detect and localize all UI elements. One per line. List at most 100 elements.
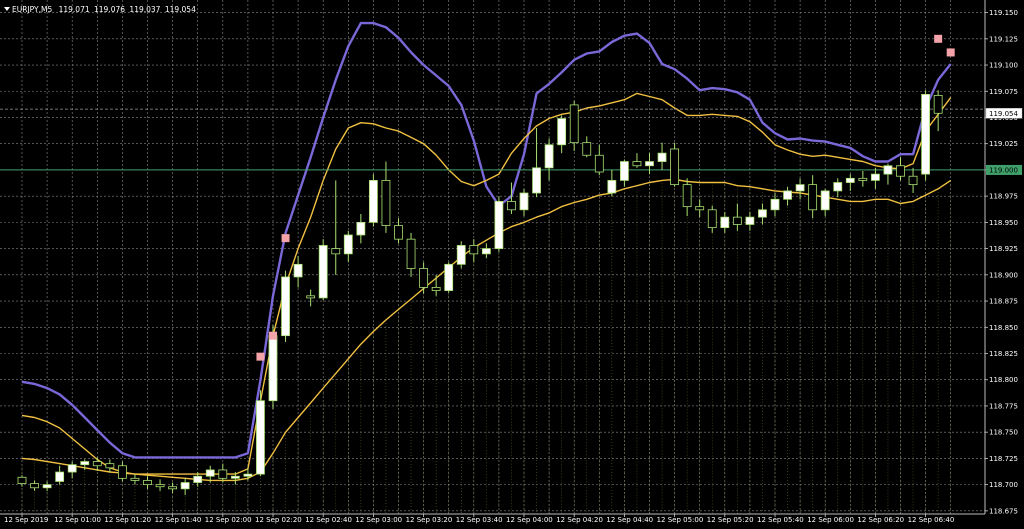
time-tick-label: 12 Sep 2019 xyxy=(4,516,48,524)
bull-candle xyxy=(256,400,265,475)
bull-candle xyxy=(205,469,215,477)
bull-candle xyxy=(720,216,730,229)
time-tick-label: 12 Sep 04:20 xyxy=(556,516,603,524)
bear-candle xyxy=(896,165,905,177)
level-price-tag: 119.000 xyxy=(986,164,1022,175)
bull-candle xyxy=(343,234,353,255)
close-value: 119.054 xyxy=(165,5,196,14)
bear-candle xyxy=(381,180,391,226)
time-axis: 12 Sep 2019 12 Sep 01:00 12 Sep 01:20 12 Se… xyxy=(4,514,954,524)
time-tick-label: 12 Sep 04:00 xyxy=(506,516,553,524)
bull-candle xyxy=(657,152,667,162)
bull-candle xyxy=(519,192,529,211)
level-price-label: 119.000 xyxy=(989,166,1018,174)
time-tick-label: 12 Sep 02:40 xyxy=(305,516,352,524)
bear-candle xyxy=(168,486,178,490)
symbol-label: EURJPY,M5 xyxy=(12,5,52,14)
bear-candle xyxy=(331,248,341,255)
price-tick-label: 118.925 xyxy=(989,245,1018,253)
open-value: 119.071 xyxy=(59,5,90,14)
time-tick-label: 12 Sep 03:00 xyxy=(355,516,402,524)
time-tick-label: 12 Sep 05:20 xyxy=(707,516,754,524)
price-chart[interactable]: 119.150119.125119.100119.075119.050119.0… xyxy=(0,0,1024,529)
bull-candle xyxy=(921,94,930,175)
time-tick-label: 12 Sep 02:00 xyxy=(205,516,252,524)
bull-candle xyxy=(758,209,767,218)
bear-candle xyxy=(808,184,818,211)
signal-marker xyxy=(269,331,277,340)
price-tick-label: 119.100 xyxy=(989,62,1018,70)
bear-candle xyxy=(682,184,692,208)
bull-candle xyxy=(745,216,755,225)
signal-marker xyxy=(934,34,943,43)
time-tick-label: 12 Sep 05:00 xyxy=(657,516,704,524)
time-tick-label: 12 Sep 03:40 xyxy=(456,516,503,524)
time-tick-label: 12 Sep 04:40 xyxy=(606,516,653,524)
time-tick-label: 12 Sep 03:20 xyxy=(406,516,453,524)
bear-candle xyxy=(394,225,403,240)
bull-candle xyxy=(281,276,290,337)
bear-candle xyxy=(933,95,943,114)
price-tick-label: 118.950 xyxy=(989,219,1018,227)
signal-marker xyxy=(281,234,290,243)
price-tick-label: 118.750 xyxy=(989,429,1018,437)
bull-candle xyxy=(783,190,792,200)
bear-candle xyxy=(406,238,416,269)
time-tick-label: 12 Sep 06:20 xyxy=(857,516,904,524)
bear-candle xyxy=(695,206,705,211)
bull-candle xyxy=(268,335,278,402)
bull-candle xyxy=(293,263,303,278)
bull-candle xyxy=(494,201,504,250)
price-tick-label: 118.975 xyxy=(989,193,1018,201)
bull-candle xyxy=(368,180,378,223)
bull-candle xyxy=(230,475,240,479)
bull-candle xyxy=(456,245,466,265)
price-tick-label: 118.675 xyxy=(989,507,1018,515)
high-value: 119.076 xyxy=(94,5,125,14)
bull-candle xyxy=(820,190,830,211)
bull-candle xyxy=(883,165,893,175)
bear-candle xyxy=(92,461,102,467)
bear-candle xyxy=(218,469,228,479)
price-tick-label: 118.850 xyxy=(989,324,1018,332)
time-tick-label: 12 Sep 06:40 xyxy=(908,516,955,524)
bear-candle xyxy=(17,476,27,484)
price-tick-label: 118.875 xyxy=(989,298,1018,306)
current-price-label: 119.054 xyxy=(989,110,1018,118)
signal-marker xyxy=(946,48,955,57)
time-tick-label: 12 Sep 02:20 xyxy=(255,516,302,524)
bull-candle xyxy=(532,167,541,194)
bull-candle xyxy=(243,473,253,477)
price-tick-label: 118.775 xyxy=(989,402,1018,410)
bull-candle xyxy=(356,221,366,236)
price-tick-label: 118.825 xyxy=(989,350,1018,358)
bear-candle xyxy=(507,201,516,211)
bull-candle xyxy=(845,177,855,183)
bull-candle xyxy=(620,161,629,181)
time-tick-label: 12 Sep 01:40 xyxy=(155,516,202,524)
price-tick-label: 118.725 xyxy=(989,455,1018,463)
bull-candle xyxy=(544,144,554,169)
bear-candle xyxy=(155,484,165,488)
bear-candle xyxy=(130,477,140,481)
bear-candle xyxy=(306,295,316,299)
bull-candle xyxy=(193,475,203,483)
price-tick-label: 119.125 xyxy=(989,35,1018,43)
bear-candle xyxy=(569,104,579,144)
signal-marker xyxy=(256,352,265,361)
price-tick-label: 118.900 xyxy=(989,271,1018,279)
bear-candle xyxy=(118,465,127,479)
bull-candle xyxy=(444,263,454,291)
price-tick-label: 119.075 xyxy=(989,88,1018,96)
bear-candle xyxy=(908,175,918,186)
bull-candle xyxy=(770,198,780,211)
bear-candle xyxy=(858,177,868,181)
bear-candle xyxy=(582,142,592,156)
low-value: 119.037 xyxy=(129,5,160,14)
time-tick-label: 12 Sep 05:40 xyxy=(757,516,804,524)
bull-candle xyxy=(833,182,843,192)
bull-candle xyxy=(557,118,567,146)
bull-candle xyxy=(42,484,52,489)
bear-candle xyxy=(632,161,642,167)
time-tick-label: 12 Sep 06:00 xyxy=(807,516,854,524)
